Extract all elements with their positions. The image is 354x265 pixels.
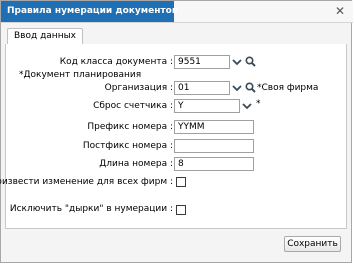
- chevron-down-icon[interactable]: [232, 57, 242, 67]
- search-icon[interactable]: [245, 56, 256, 67]
- postfix-label: Постфикс номера :: [82, 141, 173, 151]
- tab-data-entry[interactable]: Ввод данных: [7, 28, 84, 44]
- class-code-field[interactable]: 9551: [174, 55, 230, 69]
- numbering-rules-dialog: Правила нумерации документов ✕ Ввод данн…: [0, 0, 353, 263]
- form-panel: Код класса документа : 9551 *Документ пл…: [0, 44, 347, 229]
- length-field[interactable]: 8: [174, 157, 254, 171]
- counter-reset-note: *: [256, 99, 261, 109]
- counter-reset-label: Сброс счетчика :: [93, 101, 173, 111]
- organization-label: Организация :: [104, 83, 173, 93]
- planning-note: *Документ планирования: [19, 70, 142, 80]
- title-bar: Правила нумерации документов ✕: [1, 1, 353, 23]
- organization-note: *Своя фирма: [257, 83, 319, 93]
- search-icon[interactable]: [245, 82, 256, 93]
- prefix-field[interactable]: YYMM: [174, 120, 254, 134]
- prefix-label: Префикс номера :: [87, 122, 173, 132]
- chevron-down-icon[interactable]: [232, 83, 242, 93]
- length-label: Длина номера :: [99, 159, 173, 169]
- exclude-holes-checkbox[interactable]: [176, 205, 186, 215]
- postfix-field[interactable]: [174, 139, 254, 153]
- tab-strip: Ввод данных: [5, 27, 347, 45]
- organization-field[interactable]: 01: [174, 81, 230, 95]
- close-icon[interactable]: ✕: [333, 4, 347, 18]
- dialog-title: Правила нумерации документов: [1, 1, 178, 22]
- counter-reset-field[interactable]: Y: [174, 99, 240, 113]
- apply-all-checkbox[interactable]: [176, 177, 186, 187]
- class-code-label: Код класса документа :: [59, 57, 173, 67]
- apply-all-label: Произвести изменение для всех фирм :: [0, 177, 173, 187]
- exclude-holes-label: Исключить "дырки" в нумерации :: [9, 204, 173, 214]
- chevron-down-icon[interactable]: [242, 101, 252, 111]
- save-button[interactable]: Сохранить: [284, 236, 341, 252]
